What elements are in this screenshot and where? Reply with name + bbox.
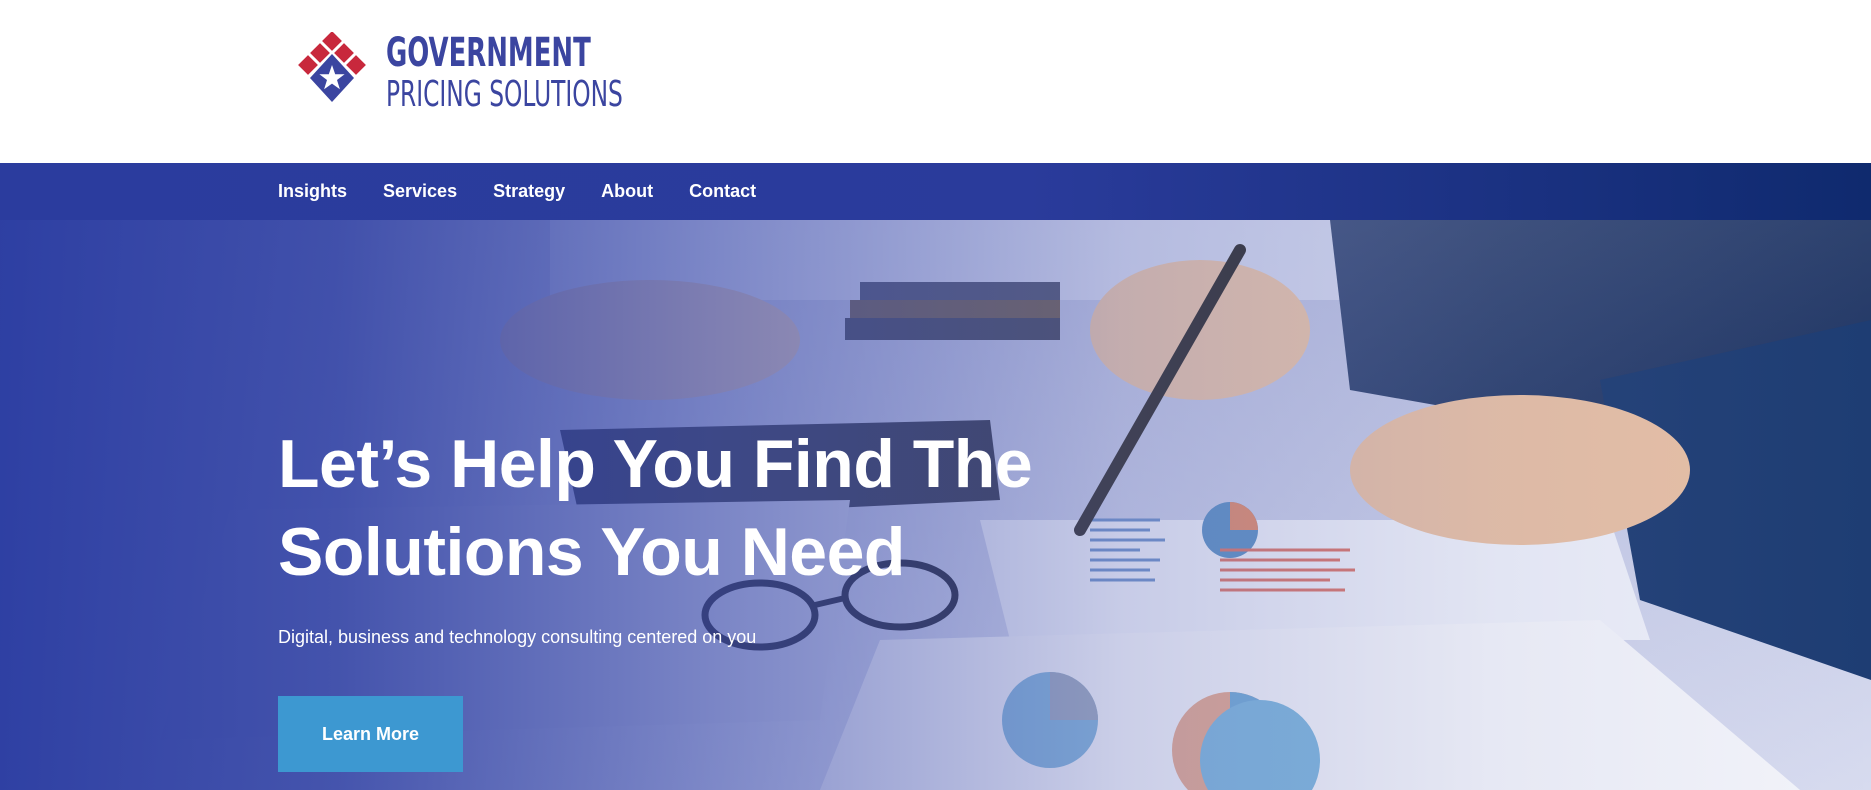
nav-item-contact[interactable]: Contact: [689, 181, 756, 202]
nav-menu: Insights Services Strategy About Contact: [278, 163, 792, 220]
logo-line-2: PRICING SOLUTIONS: [386, 74, 623, 115]
nav-item-services[interactable]: Services: [383, 181, 457, 202]
hero-subtitle: Digital, business and technology consult…: [278, 627, 757, 647]
nav-item-about[interactable]: About: [601, 181, 653, 202]
nav-item-strategy[interactable]: Strategy: [493, 181, 565, 202]
logo[interactable]: GOVERNMENT PRICING SOLUTIONS: [292, 30, 715, 118]
main-nav: Insights Services Strategy About Contact: [0, 163, 1871, 220]
learn-more-button[interactable]: Learn More: [278, 696, 463, 772]
logo-text: GOVERNMENT PRICING SOLUTIONS: [386, 33, 715, 115]
hero-title-line-2: Solutions You Need: [278, 514, 905, 590]
logo-line-1: GOVERNMENT: [386, 30, 591, 76]
hero-title-line-1: Let’s Help You Find The: [278, 426, 1033, 502]
hero-title: Let’s Help You Find The Solutions You Ne…: [278, 420, 1078, 596]
site-header: GOVERNMENT PRICING SOLUTIONS: [0, 0, 1871, 163]
hero-section: Let’s Help You Find The Solutions You Ne…: [0, 220, 1871, 790]
nav-item-insights[interactable]: Insights: [278, 181, 347, 202]
hero-content: Let’s Help You Find The Solutions You Ne…: [278, 420, 1078, 772]
logo-diamond-star-icon: [298, 32, 366, 102]
